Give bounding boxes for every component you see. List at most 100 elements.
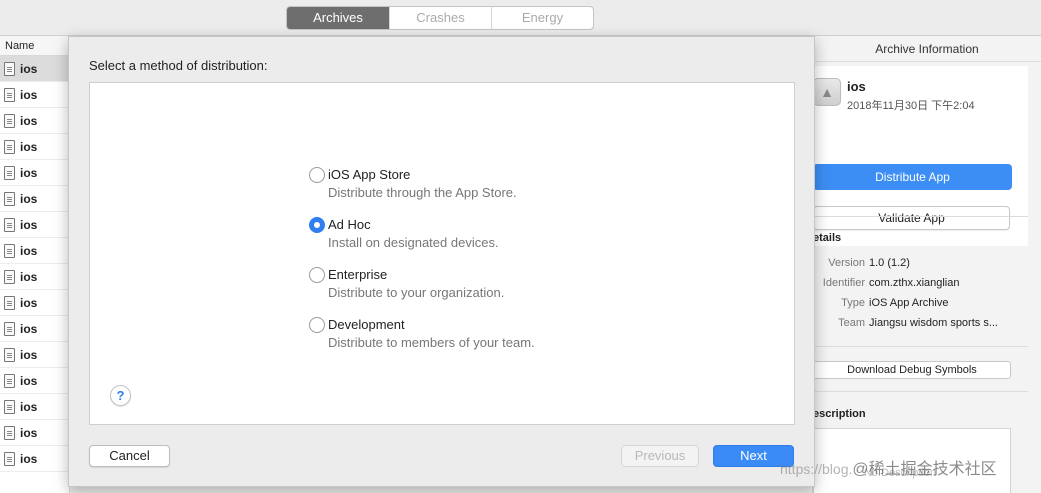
distribution-option[interactable]: Ad Hoc Install on designated devices. xyxy=(309,216,499,251)
list-item-label: ios xyxy=(20,269,38,284)
list-item-label: ios xyxy=(20,451,38,466)
archive-file-icon xyxy=(4,347,15,362)
tab-energy[interactable]: Energy xyxy=(491,7,593,29)
archive-file-icon xyxy=(4,113,15,128)
list-item-label: ios xyxy=(20,399,38,414)
list-item-label: ios xyxy=(20,113,38,128)
list-item-label: ios xyxy=(20,347,38,362)
list-item[interactable]: ios xyxy=(0,368,69,394)
cancel-button[interactable]: Cancel xyxy=(89,445,170,467)
options-panel: iOS App Store Distribute through the App … xyxy=(89,82,795,425)
distribution-option[interactable]: iOS App Store Distribute through the App … xyxy=(309,166,517,201)
option-description: Distribute to members of your team. xyxy=(328,335,535,350)
watermark-url: https://blog. xyxy=(780,461,853,477)
detail-key: Version xyxy=(828,257,865,269)
archive-file-icon xyxy=(4,87,15,102)
validate-app-button[interactable]: Validate App xyxy=(813,206,1010,230)
archive-summary: ▲ ios 2018年11月30日 下午2:04 Distribute App … xyxy=(813,66,1028,246)
radio-button[interactable] xyxy=(309,267,325,283)
archive-file-icon xyxy=(4,217,15,232)
details-heading: etails xyxy=(813,232,842,244)
detail-version: Version 1.0 (1.2) xyxy=(813,257,1028,269)
divider xyxy=(813,216,1028,217)
radio-button[interactable] xyxy=(309,217,325,233)
detail-identifier: Identifier com.zthx.xianglian xyxy=(813,277,1028,289)
archive-file-icon xyxy=(4,295,15,310)
list-item-label: ios xyxy=(20,425,38,440)
radio-button[interactable] xyxy=(309,167,325,183)
archive-date: 2018年11月30日 下午2:04 xyxy=(847,100,975,112)
option-description: Install on designated devices. xyxy=(328,235,499,250)
column-header-name[interactable]: Name xyxy=(0,36,69,56)
list-item[interactable]: ios xyxy=(0,238,69,264)
distribution-option[interactable]: Enterprise Distribute to your organizatio… xyxy=(309,266,504,301)
distribute-app-button[interactable]: Distribute App xyxy=(813,164,1012,190)
detail-value: iOS App Archive xyxy=(869,297,949,309)
list-item-label: ios xyxy=(20,373,38,388)
option-label: iOS App Store xyxy=(328,167,411,182)
list-item[interactable]: ios xyxy=(0,420,69,446)
list-item[interactable]: ios xyxy=(0,186,69,212)
archive-file-icon xyxy=(4,451,15,466)
list-item-label: ios xyxy=(20,191,38,206)
archive-file-icon xyxy=(4,425,15,440)
list-item[interactable]: ios xyxy=(0,160,69,186)
list-item[interactable]: ios xyxy=(0,316,69,342)
option-label: Ad Hoc xyxy=(328,217,371,232)
list-item[interactable]: ios xyxy=(0,56,69,82)
option-text: Enterprise Distribute to your organizatio… xyxy=(328,266,504,301)
app-name: ios xyxy=(847,79,866,94)
list-item[interactable]: ios xyxy=(0,82,69,108)
list-item[interactable]: ios xyxy=(0,108,69,134)
archive-file-icon xyxy=(4,243,15,258)
archive-file-icon xyxy=(4,191,15,206)
archive-list: Name ios ios ios ios ios ios ios ios ios ios ios io… xyxy=(0,36,70,493)
archive-file-icon xyxy=(4,399,15,414)
list-item-label: ios xyxy=(20,217,38,232)
option-label: Enterprise xyxy=(328,267,388,282)
option-text: iOS App Store Distribute through the App … xyxy=(328,166,517,201)
archive-file-icon xyxy=(4,373,15,388)
description-heading: escription xyxy=(813,408,866,420)
option-description: Distribute through the App Store. xyxy=(328,185,517,200)
view-segmented-control: Archives Crashes Energy xyxy=(286,6,594,30)
detail-team: Team Jiangsu wisdom sports s... xyxy=(813,317,1028,329)
option-text: Ad Hoc Install on designated devices. xyxy=(328,216,499,251)
list-item[interactable]: ios xyxy=(0,290,69,316)
option-description: Distribute to your organization. xyxy=(328,285,505,300)
download-debug-symbols-button[interactable]: Download Debug Symbols xyxy=(813,361,1011,379)
help-button[interactable]: ? xyxy=(110,385,131,406)
divider xyxy=(813,391,1028,392)
tab-archives[interactable]: Archives xyxy=(287,7,389,29)
list-item[interactable]: ios xyxy=(0,394,69,420)
detail-value: 1.0 (1.2) xyxy=(869,257,910,269)
archive-file-icon xyxy=(4,139,15,154)
tab-crashes[interactable]: Crashes xyxy=(389,7,491,29)
option-text: Development Distribute to members of your… xyxy=(328,316,535,351)
distribution-method-sheet: Select a method of distribution: iOS App… xyxy=(68,36,815,487)
watermark-brand: @稀土掘金技术社区 xyxy=(852,461,997,478)
list-item-label: ios xyxy=(20,295,38,310)
option-label: Development xyxy=(328,317,405,332)
radio-button[interactable] xyxy=(309,317,325,333)
list-item[interactable]: ios xyxy=(0,134,69,160)
watermark: https://blog.@稀土掘金技术社区 xyxy=(780,455,997,479)
list-item[interactable]: ios xyxy=(0,212,69,238)
archive-file-icon xyxy=(4,165,15,180)
detail-key: Identifier xyxy=(822,277,865,289)
detail-value: Jiangsu wisdom sports s... xyxy=(869,317,998,329)
divider xyxy=(813,346,1028,347)
list-item[interactable]: ios xyxy=(0,446,69,472)
sheet-title: Select a method of distribution: xyxy=(89,58,268,73)
archive-file-icon xyxy=(4,61,15,76)
detail-value: com.zthx.xianglian xyxy=(869,277,960,289)
archive-file-icon xyxy=(4,269,15,284)
distribution-option[interactable]: Development Distribute to members of your… xyxy=(309,316,535,351)
archive-file-icon xyxy=(4,321,15,336)
detail-key: Type xyxy=(841,297,865,309)
list-item[interactable]: ios xyxy=(0,342,69,368)
detail-type: Type iOS App Archive xyxy=(813,297,1028,309)
archive-inspector: Archive Information ▲ ios 2018年11月30日 下午… xyxy=(812,36,1041,493)
list-item[interactable]: ios xyxy=(0,264,69,290)
previous-button[interactable]: Previous xyxy=(621,445,699,467)
